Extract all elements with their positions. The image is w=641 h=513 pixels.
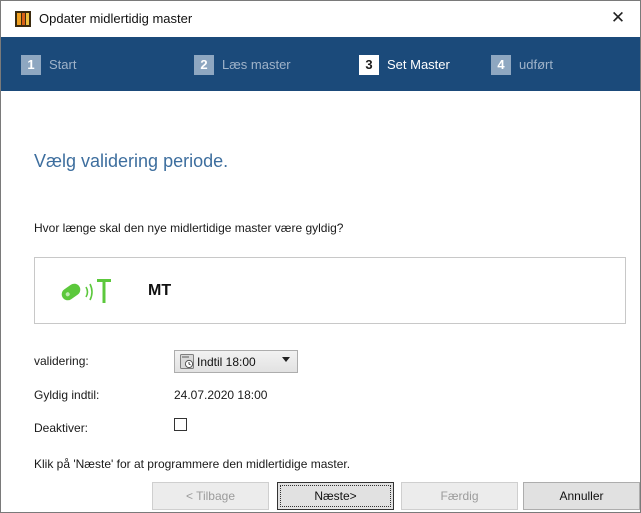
finish-button-label: Færdig: [440, 489, 479, 503]
app-icon: [15, 11, 31, 27]
chevron-down-icon: [282, 357, 290, 362]
back-button[interactable]: < Tilbage: [152, 482, 269, 510]
next-button[interactable]: Næste>: [277, 482, 394, 510]
valid-until-label: Gyldig indtil:: [34, 388, 100, 402]
cancel-button-label: Annuller: [559, 489, 604, 503]
focus-rectangle: [280, 485, 391, 507]
validity-question: Hvor længe skal den nye midlertidige mas…: [34, 221, 344, 235]
step-label: Læs master: [222, 57, 291, 72]
valid-until-value: 24.07.2020 18:00: [174, 388, 268, 402]
step-number: 1: [21, 55, 41, 75]
title-bar[interactable]: Opdater midlertidig master ✕: [1, 1, 640, 37]
step-label: Set Master: [387, 57, 450, 72]
deactivate-checkbox[interactable]: [174, 418, 187, 431]
validation-label: validering:: [34, 354, 89, 368]
window-title: Opdater midlertidig master: [39, 11, 193, 26]
wizard-step-bar: 1 Start 2 Læs master 3 Set Master 4 udfø…: [1, 37, 640, 91]
back-button-label: < Tilbage: [185, 489, 236, 503]
device-name: MT: [148, 282, 172, 299]
step-number: 2: [194, 55, 214, 75]
finish-button[interactable]: Færdig: [401, 482, 518, 510]
device-panel: MT: [34, 257, 626, 324]
validation-selected-value: Indtil 18:00: [197, 355, 256, 369]
step-number: 3: [359, 55, 379, 75]
step-number: 4: [491, 55, 511, 75]
wizard-window: Opdater midlertidig master ✕ 1 Start 2 L…: [0, 0, 641, 513]
cancel-button[interactable]: Annuller: [523, 482, 640, 510]
clock-icon: [180, 354, 194, 369]
step-label: Start: [49, 57, 77, 72]
page-heading: Vælg validering periode.: [34, 151, 229, 171]
instruction-hint: Klik på 'Næste' for at programmere den m…: [34, 457, 351, 471]
rfid-tag-icon: [61, 279, 111, 303]
deactivate-label: Deaktiver:: [34, 421, 89, 435]
validation-dropdown[interactable]: Indtil 18:00: [174, 350, 298, 373]
step-label: udført: [519, 57, 553, 72]
close-icon: ✕: [610, 8, 626, 27]
close-button[interactable]: ✕: [596, 1, 640, 37]
